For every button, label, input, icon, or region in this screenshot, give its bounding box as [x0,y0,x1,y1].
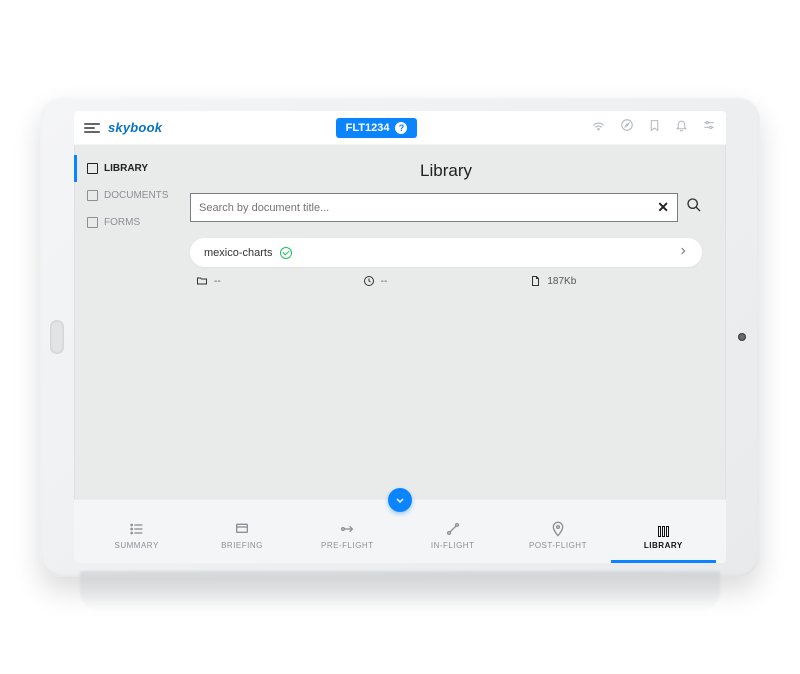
tab-in-flight[interactable]: IN-FLIGHT [400,515,505,563]
topbar-actions [591,118,716,138]
sidebar-item-label: FORMS [104,217,140,228]
tablet-frame: skybook FLT1234 ? [40,97,760,577]
help-icon[interactable]: ? [395,122,407,134]
forms-section-icon [87,217,98,228]
clear-search-icon[interactable]: ✕ [657,199,669,216]
main-area: LIBRARY DOCUMENTS FORMS Library ✕ [74,145,726,499]
app-logo: skybook [108,120,162,135]
library-section-icon [87,163,98,174]
search-icon[interactable] [686,197,702,218]
tab-post-flight[interactable]: POST-FLIGHT [505,515,610,563]
settings-slider-icon[interactable] [702,118,716,137]
flight-badge[interactable]: FLT1234 ? [336,118,418,138]
list-icon [129,521,145,537]
chevron-right-icon [678,246,688,259]
tablet-camera [738,333,746,341]
document-meta-row: -- -- 187Kb [190,275,702,287]
flight-code: FLT1234 [346,122,390,134]
bell-icon[interactable] [675,119,688,137]
documents-section-icon [87,190,98,201]
inflight-icon [445,521,461,537]
verified-check-icon [280,247,292,259]
briefing-icon [234,521,250,537]
document-title: mexico-charts [204,247,272,259]
tablet-home-button[interactable] [50,320,64,354]
sidebar-item-label: DOCUMENTS [104,190,168,201]
search-row: ✕ [190,193,702,222]
folder-icon [196,275,208,287]
meta-folder: -- [196,275,363,287]
document-result-row[interactable]: mexico-charts [190,238,702,267]
content-area: Library ✕ mexico-charts [184,145,726,499]
page-title: Library [190,161,702,181]
meta-size: 187Kb [529,275,696,287]
wifi-icon[interactable] [591,118,606,138]
sidebar-item-forms[interactable]: FORMS [74,209,184,236]
tab-summary[interactable]: SUMMARY [84,515,189,563]
meta-time: -- [363,275,530,287]
sidebar-item-library[interactable]: LIBRARY [74,155,184,182]
bookmark-icon[interactable] [648,119,661,137]
tab-pre-flight[interactable]: PRE-FLIGHT [295,515,400,563]
app-screen: skybook FLT1234 ? [74,111,726,563]
compass-icon[interactable] [620,118,634,137]
clock-icon [363,275,375,287]
bottom-nav: SUMMARY BRIEFING PRE-FLIGHT IN-FLIGHT PO… [74,499,726,563]
file-icon [529,275,541,287]
postflight-icon [550,521,566,537]
sidebar-item-label: LIBRARY [104,163,148,174]
tab-library[interactable]: LIBRARY [611,520,716,563]
preflight-icon [339,521,355,537]
device-reflection [80,571,720,611]
topbar: skybook FLT1234 ? [74,111,726,145]
sidebar: LIBRARY DOCUMENTS FORMS [74,145,184,499]
search-box[interactable]: ✕ [190,193,678,222]
library-icon [658,526,669,537]
hamburger-menu-icon[interactable] [84,123,100,133]
tab-briefing[interactable]: BRIEFING [189,515,294,563]
search-input[interactable] [199,202,657,214]
sidebar-item-documents[interactable]: DOCUMENTS [74,182,184,209]
expand-nav-button[interactable] [388,488,412,512]
